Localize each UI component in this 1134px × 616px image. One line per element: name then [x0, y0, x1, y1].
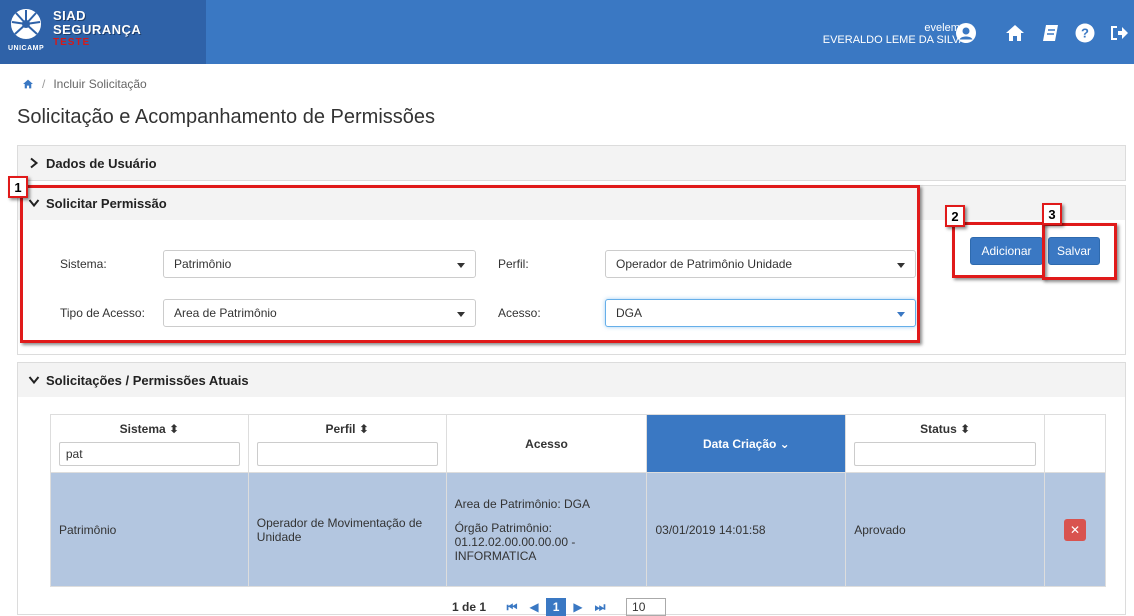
next-page-icon[interactable]: ▶	[568, 598, 588, 616]
top-navbar: UNICAMP SIAD SEGURANÇA TESTE eveleme EVE…	[0, 0, 1134, 64]
annotation-callout-3: 3	[1042, 203, 1062, 225]
app-logo[interactable]: UNICAMP SIAD SEGURANÇA TESTE	[0, 0, 206, 64]
cell-sistema: Patrimônio	[50, 472, 249, 587]
breadcrumb: / Incluir Solicitação	[22, 64, 1126, 104]
column-header-status[interactable]: Status ⬍	[845, 414, 1046, 473]
cell-data-criacao: 03/01/2019 14:01:58	[646, 472, 847, 587]
logo-title-line2: SEGURANÇA	[53, 22, 142, 37]
home-icon[interactable]	[22, 78, 34, 90]
first-page-icon[interactable]: ⏮	[502, 598, 522, 616]
panel-title: Solicitações / Permissões Atuais	[46, 372, 249, 388]
user-circle-icon[interactable]	[955, 22, 977, 44]
status-filter-input[interactable]	[854, 441, 1037, 466]
breadcrumb-separator: /	[42, 77, 46, 91]
prev-page-icon[interactable]: ◀	[524, 598, 544, 616]
chevron-down-icon	[28, 376, 40, 385]
page-size-select[interactable]: 10	[626, 598, 667, 616]
column-header-label: Status ⬍	[920, 421, 971, 436]
column-header-label: Acesso	[525, 436, 568, 451]
panel-dados-usuario: Dados de Usuário	[17, 145, 1126, 181]
panel-header-solicitacoes-atuais[interactable]: Solicitações / Permissões Atuais	[18, 363, 1125, 397]
column-header-actions	[1044, 414, 1106, 473]
logo-org-text: UNICAMP	[8, 45, 45, 52]
acesso-line: Area de Patrimônio: DGA	[454, 496, 590, 511]
sistema-filter-input[interactable]: pat	[58, 441, 240, 466]
user-fullname: EVERALDO LEME DA SILVA	[822, 34, 966, 46]
home-icon[interactable]	[1004, 22, 1026, 44]
column-header-label: Perfil ⬍	[325, 421, 369, 436]
user-login: eveleme	[924, 22, 966, 34]
book-icon[interactable]	[1040, 22, 1062, 44]
environment-badge: TESTE	[53, 37, 91, 48]
last-page-icon[interactable]: ⏭	[590, 598, 610, 616]
acesso-line: Órgão Patrimônio: 01.12.02.00.00.00.00 -…	[454, 520, 576, 563]
paginator: 1 de 1 ⏮ ◀ 1 ▶ ⏭ 10	[452, 598, 667, 616]
column-header-data-criacao[interactable]: Data Criação ⌄	[646, 414, 847, 473]
annotation-box-1	[20, 185, 920, 343]
panel-title: Dados de Usuário	[46, 155, 157, 171]
column-header-acesso: Acesso	[445, 414, 648, 473]
page-title: Solicitação e Acompanhamento de Permissõ…	[17, 106, 436, 128]
cell-actions: ✕	[1044, 472, 1106, 587]
cell-acesso: Area de Patrimônio: DGA Órgão Patrimônio…	[445, 472, 648, 587]
table-row[interactable]: Patrimônio Operador de Movimentação de U…	[50, 472, 1106, 587]
column-header-sistema[interactable]: Sistema ⬍ pat	[50, 414, 249, 473]
logo-title-line1: SIAD	[53, 8, 87, 23]
annotation-callout-2: 2	[945, 205, 965, 227]
page-number-button[interactable]: 1	[546, 598, 567, 616]
close-icon: ✕	[1069, 522, 1081, 537]
help-icon[interactable]: ?	[1074, 22, 1096, 44]
user-info: eveleme EVERALDO LEME DA SILVA	[823, 22, 966, 46]
column-header-label: Data Criação ⌄	[702, 436, 790, 451]
svg-text:?: ?	[1081, 26, 1089, 41]
column-header-perfil[interactable]: Perfil ⬍	[247, 414, 447, 473]
cell-status: Aprovado	[845, 472, 1046, 587]
logout-icon[interactable]	[1108, 22, 1130, 44]
perfil-filter-input[interactable]	[256, 441, 438, 466]
table-header-row: Sistema ⬍ pat Perfil ⬍ Acesso Data Criaç…	[50, 414, 1106, 473]
annotation-callout-1: 1	[8, 176, 28, 198]
chevron-right-icon	[30, 157, 39, 169]
annotation-box-2	[952, 222, 1045, 278]
delete-button[interactable]: ✕	[1064, 518, 1086, 541]
breadcrumb-current: Incluir Solicitação	[53, 77, 147, 91]
cell-perfil: Operador de Movimentação de Unidade	[247, 472, 447, 587]
page-info: 1 de 1	[452, 600, 487, 614]
unicamp-logo-icon	[11, 9, 41, 39]
annotation-box-3	[1042, 223, 1117, 280]
panel-header-dados-usuario[interactable]: Dados de Usuário	[18, 146, 1125, 180]
column-header-label: Sistema ⬍	[119, 421, 180, 436]
permissions-table: Sistema ⬍ pat Perfil ⬍ Acesso Data Criaç…	[50, 414, 1106, 587]
